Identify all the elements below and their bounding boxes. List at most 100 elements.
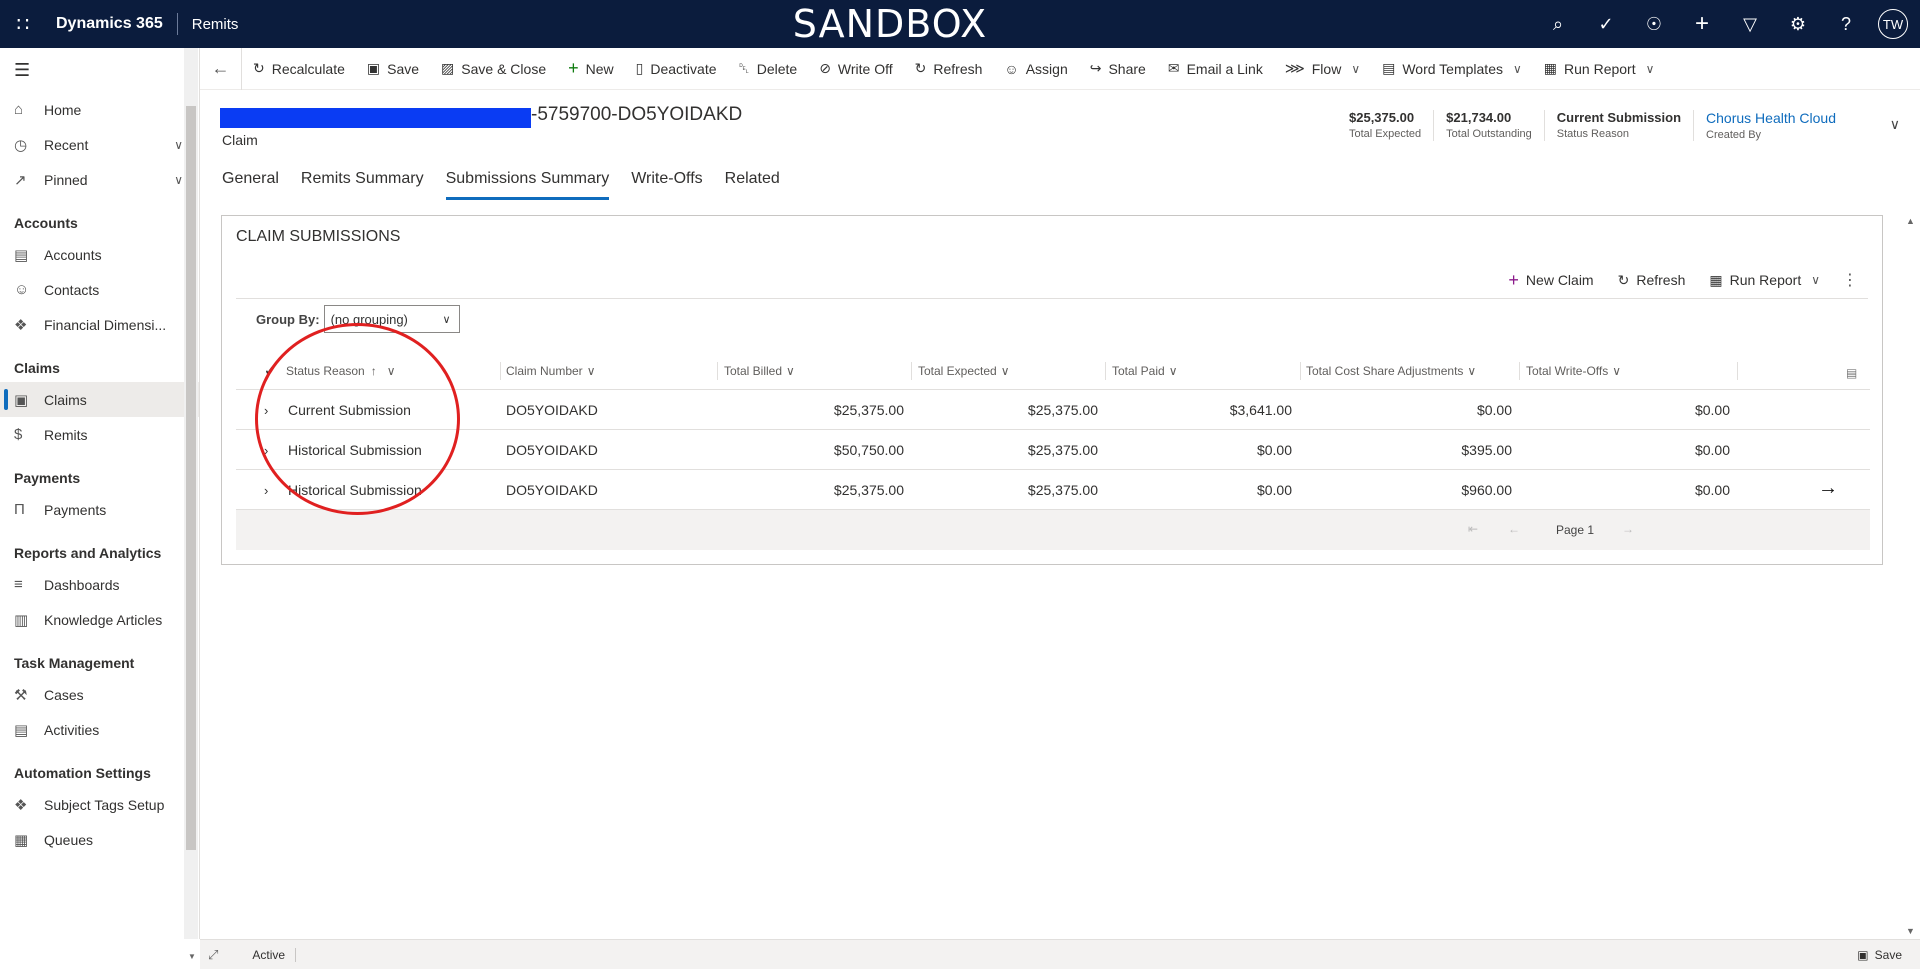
column-separator[interactable] <box>1519 362 1520 380</box>
scroll-up-icon[interactable]: ▲ <box>1906 216 1915 226</box>
save-close-button[interactable]: ▨ Save & Close <box>430 48 557 90</box>
first-page-icon[interactable]: ⇤ <box>1468 522 1478 536</box>
table-row[interactable]: › Historical Submission DO5YOIDAKD $50,7… <box>236 430 1870 470</box>
header-field-total-expected: $25,375.00 Total Expected <box>1337 110 1435 141</box>
cell-total-billed: $50,750.00 <box>833 442 904 458</box>
table-row[interactable]: › Historical Submission DO5YOIDAKD $25,3… <box>236 470 1870 510</box>
column-header-total-write-offs[interactable]: Total Write-Offs ∨ <box>1526 364 1621 378</box>
sidebar-item-recent[interactable]: ◷ Recent ∨ <box>0 127 199 162</box>
column-separator[interactable] <box>1300 362 1301 380</box>
plus-icon[interactable]: + <box>1678 0 1726 48</box>
delete-button[interactable]: ␡ Delete <box>728 48 809 90</box>
puzzle-icon: ❖ <box>14 316 28 334</box>
sidebar-item-cases[interactable]: ⚒ Cases <box>0 677 199 712</box>
run-report-button[interactable]: ▦ Run Report ∨ <box>1533 48 1666 90</box>
gear-icon[interactable]: ⚙ <box>1774 0 1822 48</box>
dashboard-icon: ≡ <box>14 576 23 593</box>
statusbar-save-label: Save <box>1874 947 1902 962</box>
tab-submissions-summary[interactable]: Submissions Summary <box>445 170 609 200</box>
search-icon[interactable]: ⌕ <box>1534 0 1582 48</box>
subgrid-refresh-button[interactable]: ↻ Refresh <box>1606 266 1698 294</box>
assign-button[interactable]: ☺ Assign <box>993 48 1078 90</box>
sidebar-item-remits[interactable]: $ Remits <box>0 417 199 452</box>
chevron-down-icon: ∨ <box>1512 61 1522 76</box>
column-header-total-billed[interactable]: Total Billed ∨ <box>724 364 795 378</box>
chevron-right-icon[interactable]: › <box>264 470 268 510</box>
column-separator[interactable] <box>911 362 912 380</box>
hamburger-icon[interactable]: ☰ <box>0 48 199 92</box>
lightbulb-icon[interactable]: ☉ <box>1630 0 1678 48</box>
command-label: Deactivate <box>650 60 717 77</box>
previous-page-icon[interactable]: ← <box>1508 522 1520 536</box>
column-separator[interactable] <box>1737 362 1738 380</box>
column-header-total-cost-share-adjustments[interactable]: Total Cost Share Adjustments ∨ <box>1306 364 1476 378</box>
command-label: Word Templates <box>1402 60 1503 77</box>
help-icon[interactable]: ? <box>1822 0 1870 48</box>
sidebar-item-accounts[interactable]: ▤ Accounts <box>0 237 199 272</box>
back-arrow-icon[interactable]: ← <box>200 47 242 90</box>
scroll-down-icon[interactable]: ▼ <box>188 952 196 961</box>
chevron-down-icon: ∨ <box>1811 273 1820 287</box>
cell-total-expected: $25,375.00 <box>1027 402 1098 418</box>
subgrid-run-report-button[interactable]: ▦ Run Report ∨ <box>1697 266 1832 294</box>
command-label: Refresh <box>1636 272 1686 288</box>
tab-remits-summary[interactable]: Remits Summary <box>301 170 424 200</box>
tab-related[interactable]: Related <box>725 170 780 200</box>
email-link-button[interactable]: ✉ Email a Link <box>1157 48 1274 90</box>
chevron-down-icon: ∨ <box>1168 364 1178 378</box>
refresh-icon: ↻ <box>1617 271 1630 288</box>
avatar[interactable]: TW <box>1878 9 1908 39</box>
table-row[interactable]: › Current Submission DO5YOIDAKD $25,375.… <box>236 390 1870 430</box>
sidebar-item-subject-tags-setup[interactable]: ❖ Subject Tags Setup <box>0 787 199 822</box>
task-icon[interactable]: ✓ <box>1582 0 1630 48</box>
sidebar-item-label: Queues <box>44 831 94 848</box>
sidebar-item-financial-dimensions[interactable]: ❖ Financial Dimensi... <box>0 307 199 342</box>
header-field-created-by: Chorus Health Cloud Created By <box>1694 110 1848 141</box>
sidebar-item-knowledge-articles[interactable]: ▥ Knowledge Articles <box>0 602 199 637</box>
queue-icon: ▦ <box>14 831 29 849</box>
word-templates-button[interactable]: ▤ Word Templates ∨ <box>1371 48 1533 90</box>
column-header-total-paid[interactable]: Total Paid ∨ <box>1112 364 1178 378</box>
column-options-icon[interactable]: ▤ <box>1846 366 1857 380</box>
save-button[interactable]: ▣ Save <box>356 48 430 90</box>
chevron-down-icon[interactable]: ∨ <box>1890 116 1900 133</box>
scroll-down-icon[interactable]: ▼ <box>1906 926 1915 936</box>
sidebar-item-claims[interactable]: ▣ Claims <box>0 382 199 417</box>
deactivate-button[interactable]: ▯ Deactivate <box>625 48 728 90</box>
sidebar-item-dashboards[interactable]: ≡ Dashboards <box>0 567 199 602</box>
new-claim-button[interactable]: + New Claim <box>1496 266 1605 294</box>
tab-general[interactable]: General <box>222 170 279 200</box>
refresh-icon: ↻ <box>914 60 927 76</box>
column-separator[interactable] <box>1105 362 1106 380</box>
filter-icon[interactable]: ▽ <box>1726 0 1774 48</box>
flow-button[interactable]: ⋙ Flow ∨ <box>1274 48 1371 90</box>
more-options-icon[interactable]: ⋮ <box>1832 270 1868 290</box>
cell-claim-number: DO5YOIDAKD <box>506 482 598 498</box>
tab-write-offs[interactable]: Write-Offs <box>631 170 702 200</box>
refresh-button[interactable]: ↻ Refresh <box>904 48 994 90</box>
cell-total-expected: $25,375.00 <box>1027 442 1098 458</box>
column-header-total-expected[interactable]: Total Expected ∨ <box>918 364 1010 378</box>
cell-total-write-offs: $0.00 <box>1694 402 1730 418</box>
sidebar-scrollbar-thumb[interactable] <box>186 106 196 850</box>
sidebar-item-home[interactable]: ⌂ Home <box>0 92 199 127</box>
next-page-icon[interactable]: → <box>1622 522 1634 536</box>
write-off-button[interactable]: ⊘ Write Off <box>808 48 903 90</box>
open-record-arrow-icon[interactable]: → <box>1818 477 1838 500</box>
chevron-down-icon[interactable]: ∨ <box>174 138 183 152</box>
new-button[interactable]: + New <box>557 48 625 90</box>
sidebar-item-queues[interactable]: ▦ Queues <box>0 822 199 857</box>
column-separator[interactable] <box>717 362 718 380</box>
statusbar-save-button[interactable]: ▣ Save <box>1857 948 1902 962</box>
open-in-window-icon[interactable]: ⤢ <box>208 947 218 963</box>
created-by-link[interactable]: Chorus Health Cloud <box>1706 110 1836 126</box>
sidebar-item-payments[interactable]: Π Payments <box>0 492 199 527</box>
column-separator[interactable] <box>500 362 501 380</box>
sidebar-item-activities[interactable]: ▤ Activities <box>0 712 199 747</box>
recalculate-button[interactable]: ↻ Recalculate <box>242 48 356 90</box>
column-header-claim-number[interactable]: Claim Number ∨ <box>506 364 595 378</box>
share-button[interactable]: ↪ Share <box>1079 48 1157 90</box>
chevron-down-icon[interactable]: ∨ <box>174 173 183 187</box>
sidebar-item-pinned[interactable]: ↗ Pinned ∨ <box>0 162 199 197</box>
sidebar-item-contacts[interactable]: ☺ Contacts <box>0 272 199 307</box>
